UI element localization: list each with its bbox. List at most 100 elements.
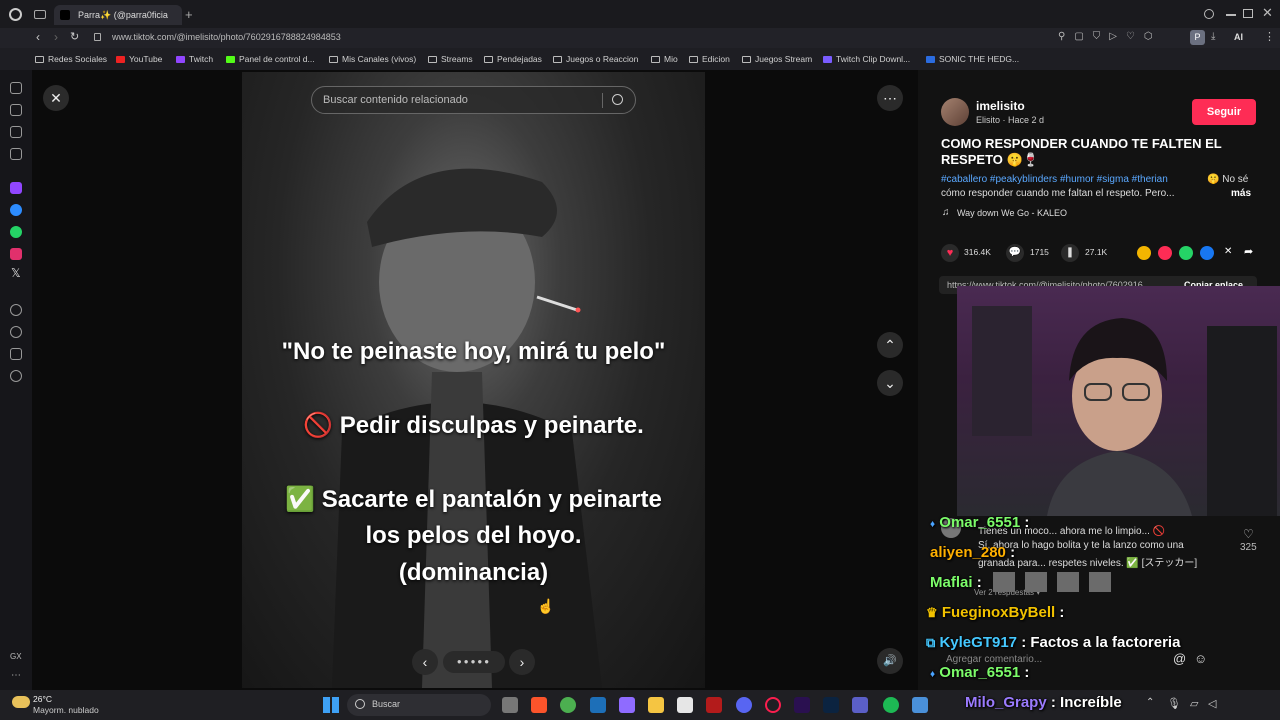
- follow-button[interactable]: Seguir: [1192, 99, 1256, 125]
- search-icon[interactable]: [612, 94, 623, 105]
- bookmark-item[interactable]: Juegos o Reaccion: [553, 54, 638, 64]
- close-viewer-button[interactable]: ✕: [43, 85, 69, 111]
- bookmark-item[interactable]: Edicion: [689, 54, 730, 64]
- taskbar-files-icon[interactable]: [502, 697, 518, 713]
- bookmark-item[interactable]: Twitch: [176, 54, 213, 64]
- forward-icon[interactable]: ›: [54, 30, 58, 44]
- bookmark-item[interactable]: Twitch Clip Downl...: [823, 54, 910, 64]
- new-tab-button[interactable]: +: [185, 7, 193, 22]
- share-coin-icon[interactable]: [1137, 246, 1151, 260]
- tab-strip: Parra✨ (@parra0ficia + ✕: [0, 0, 1280, 28]
- menu-icon[interactable]: ⋮: [1264, 30, 1275, 43]
- prev-image-button[interactable]: ‹: [412, 649, 438, 675]
- bookmark-item[interactable]: Streams: [428, 54, 473, 64]
- sidebar-player-icon[interactable]: [10, 304, 22, 316]
- taskbar-spotify-icon[interactable]: [883, 697, 899, 713]
- download-icon[interactable]: ⤓: [1211, 31, 1215, 42]
- mention-icon[interactable]: @: [1173, 651, 1186, 666]
- url-field[interactable]: www.tiktok.com/@imelisito/photo/76029167…: [112, 32, 341, 42]
- bookmark-item[interactable]: Juegos Stream: [742, 54, 812, 64]
- comment-like-icon[interactable]: ♡: [1243, 527, 1254, 541]
- share-arrow-icon[interactable]: ➦: [1244, 245, 1253, 258]
- share-repost-icon[interactable]: [1158, 246, 1172, 260]
- taskbar-explorer-icon[interactable]: [648, 697, 664, 713]
- close-window-button[interactable]: ✕: [1262, 5, 1273, 21]
- author-username[interactable]: imelisito: [976, 99, 1025, 113]
- taskbar-opera-gx-icon[interactable]: [765, 697, 781, 713]
- taskbar-teams-icon[interactable]: [852, 697, 868, 713]
- reload-icon[interactable]: ↻: [70, 30, 79, 43]
- sidebar-gx-label[interactable]: GX: [10, 652, 22, 661]
- sidebar-ai-icon[interactable]: [10, 82, 22, 94]
- volume-button[interactable]: 🔊: [877, 648, 903, 674]
- music-track[interactable]: Way down We Go - KALEO: [957, 208, 1067, 218]
- author-avatar[interactable]: [941, 98, 969, 126]
- taskbar-brave-icon[interactable]: [531, 697, 547, 713]
- share-facebook-icon[interactable]: [1200, 246, 1214, 260]
- profile-avatar[interactable]: P: [1190, 30, 1205, 45]
- sidebar-instagram-icon[interactable]: [10, 248, 22, 260]
- save-count: 27.1K: [1085, 247, 1108, 257]
- post-hashtags[interactable]: #caballero #peakyblinders #humor #sigma …: [941, 174, 1168, 185]
- taskbar-premiere-icon[interactable]: [794, 697, 810, 713]
- share-whatsapp-icon[interactable]: [1179, 246, 1193, 260]
- sidebar-more-icon[interactable]: ⋯: [11, 670, 21, 681]
- sidebar-twitch-icon[interactable]: [10, 182, 22, 194]
- maximize-button[interactable]: [1243, 9, 1253, 18]
- tray-network-icon[interactable]: ▱: [1190, 697, 1198, 710]
- mouse-cursor-icon: ☝: [537, 598, 555, 614]
- sidebar-extensions-icon[interactable]: [10, 348, 22, 360]
- bookmark-item[interactable]: Redes Sociales: [35, 54, 107, 64]
- taskbar-copilot-icon[interactable]: [619, 697, 635, 713]
- tray-volume-icon[interactable]: ◁: [1208, 697, 1216, 710]
- prev-post-button[interactable]: ⌃: [877, 332, 903, 358]
- sidebar-x-icon[interactable]: 𝕏: [11, 266, 21, 280]
- taskbar-search[interactable]: [347, 694, 491, 716]
- taskbar-store-icon[interactable]: [677, 697, 693, 713]
- sidebar-settings-icon[interactable]: [10, 370, 22, 382]
- browser-tab-active[interactable]: Parra✨ (@parra0ficia: [54, 5, 182, 25]
- bookmark-item[interactable]: SONIC THE HEDG...: [926, 54, 1019, 64]
- tray-mic-icon[interactable]: 🎙: [1167, 697, 1181, 710]
- minimize-button[interactable]: [1226, 14, 1236, 16]
- next-post-button[interactable]: ⌄: [877, 370, 903, 396]
- bookmark-item[interactable]: YouTube: [116, 54, 162, 64]
- search-icon[interactable]: [1204, 9, 1214, 19]
- more-link[interactable]: más: [1231, 188, 1251, 199]
- windows-start-icon[interactable]: [323, 697, 339, 713]
- weather-icon[interactable]: [12, 696, 30, 708]
- more-options-button[interactable]: ⋯: [877, 85, 903, 111]
- bookmark-item[interactable]: Pendejadas: [484, 54, 542, 64]
- next-image-button[interactable]: ›: [509, 649, 535, 675]
- bookmark-icon[interactable]: ❚: [1061, 244, 1079, 262]
- tray-chevron-icon[interactable]: ⌃: [1146, 697, 1154, 708]
- bookmark-item[interactable]: Panel de control d...: [226, 54, 315, 64]
- taskbar-chrome-icon[interactable]: [560, 697, 576, 713]
- like-icon[interactable]: ♥: [941, 244, 959, 262]
- back-icon[interactable]: ‹: [36, 30, 40, 44]
- comment-icon[interactable]: 💬: [1006, 244, 1024, 262]
- chat-username: FueginoxByBell: [941, 604, 1056, 621]
- workspaces-icon[interactable]: [34, 10, 46, 19]
- taskbar-photoshop-icon[interactable]: [823, 697, 839, 713]
- sidebar-m-icon[interactable]: [10, 148, 22, 160]
- emoji-icon[interactable]: ☺: [1194, 651, 1207, 666]
- sidebar-discover-icon[interactable]: [10, 104, 22, 116]
- sidebar-rss-icon[interactable]: [10, 126, 22, 138]
- sidebar-messenger-icon[interactable]: [10, 204, 22, 216]
- bookmark-item[interactable]: Mio: [651, 54, 678, 64]
- related-search-input[interactable]: Buscar contenido relacionado: [311, 86, 636, 114]
- prime-badge-icon: ⧉: [926, 635, 936, 650]
- carousel-dots: ●●●●●: [443, 651, 505, 673]
- taskbar-app2-icon[interactable]: [912, 697, 928, 713]
- taskbar-discord-icon[interactable]: [736, 697, 752, 713]
- taskbar-app-icon[interactable]: [706, 697, 722, 713]
- post-description: cómo responder cuando me faltan el respe…: [941, 188, 1175, 199]
- share-x-icon[interactable]: ✕: [1224, 246, 1232, 257]
- sidebar-whatsapp-icon[interactable]: [10, 226, 22, 238]
- bookmark-item[interactable]: Mis Canales (vivos): [329, 54, 416, 64]
- taskbar-vegas-icon[interactable]: [590, 697, 606, 713]
- sidebar-history-icon[interactable]: [10, 326, 22, 338]
- ai-button[interactable]: AI: [1234, 32, 1243, 42]
- opera-logo-icon[interactable]: [9, 8, 22, 21]
